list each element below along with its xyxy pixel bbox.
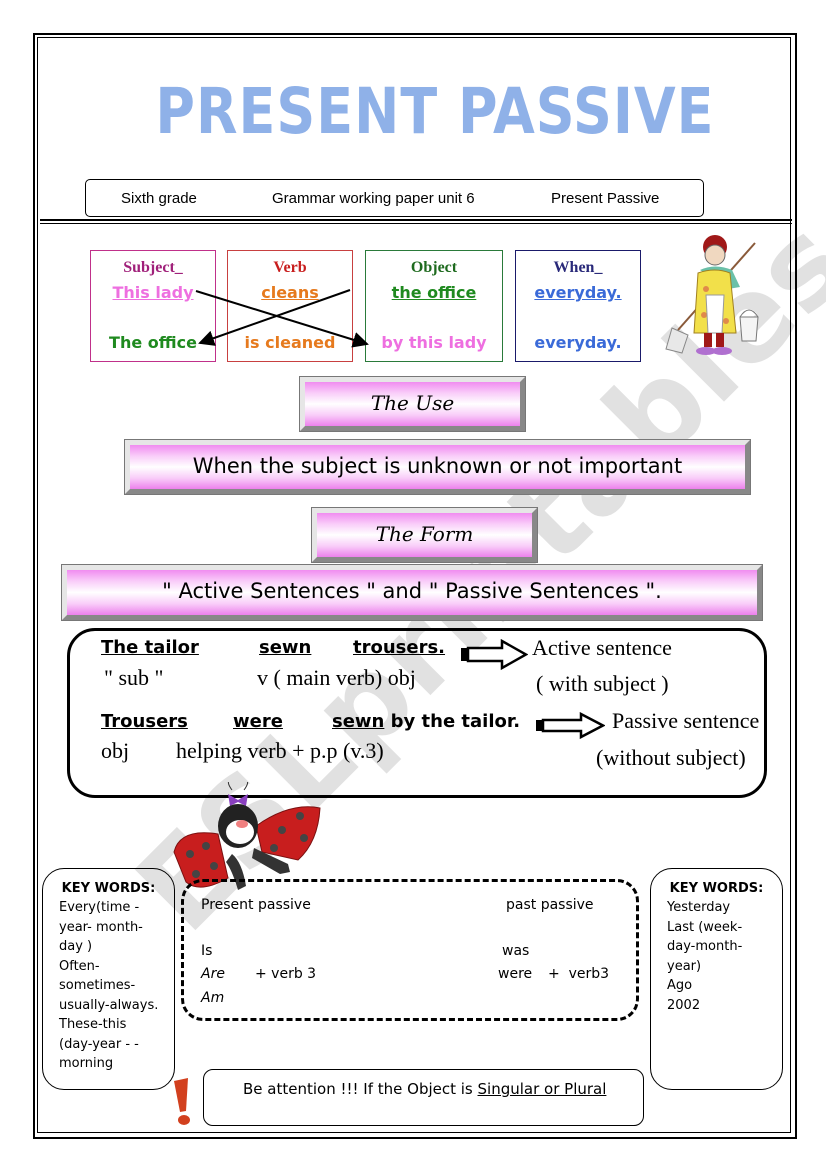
key-words-present-item: Every(time - (59, 900, 140, 915)
present-aux-are: Are (201, 966, 225, 982)
key-words-present-item: usually-always. (59, 997, 159, 1013)
key-words-present-list: Every(time - year- month-day ) Often-somet… (43, 898, 174, 1074)
key-words-present-item: day ) (59, 939, 93, 954)
passive-word-pp: sewn (332, 711, 385, 732)
key-words-past-box: KEY WORDS: Yesterday Last (week-day-month… (650, 868, 783, 1090)
use-label-bar: The Use (299, 376, 526, 432)
passive-label: Passive sentence (612, 708, 760, 733)
attention-emphasis: Singular or Plural (477, 1080, 607, 1098)
form-text: " Active Sentences " and " Passive Sente… (162, 579, 662, 603)
active-gloss-rest: v ( main verb) obj (257, 665, 416, 690)
key-words-past-item: Ago (667, 978, 693, 993)
past-aux-was: was (502, 943, 530, 959)
key-words-present-item: morning (59, 1056, 114, 1071)
active-note: ( with subject ) (536, 671, 669, 696)
present-aux-am: Am (201, 990, 225, 1006)
use-label: The Use (370, 391, 455, 415)
key-words-present-item: sometimes- (59, 978, 136, 993)
active-gloss-sub: " sub " (104, 665, 164, 690)
arrow-object-to-subject (198, 289, 351, 346)
key-words-past-list: Yesterday Last (week-day-month-year) Ago 20… (651, 898, 782, 1015)
use-text-bar: When the subject is unknown or not impor… (124, 439, 751, 495)
key-words-past-item: day-month- (667, 939, 743, 954)
past-formula: + verb3 (548, 966, 610, 982)
key-words-present-item: Often- (59, 958, 100, 974)
forms-table-box: Present passive past passive Is Are Am +… (181, 879, 639, 1021)
key-words-past-item: Yesterday (667, 900, 731, 915)
use-text: When the subject is unknown or not impor… (192, 454, 683, 478)
exclamation-icon (174, 1078, 190, 1125)
present-aux-is: Is (201, 943, 213, 959)
present-passive-heading: Present passive (201, 897, 311, 913)
key-words-present-title: KEY WORDS: (61, 881, 156, 896)
active-arrow-icon (461, 639, 528, 671)
form-text-bar: " Active Sentences " and " Passive Sente… (61, 564, 763, 621)
attention-text: Be attention !!! If the Object is Singul… (243, 1080, 606, 1098)
passive-gloss-obj: obj (101, 738, 130, 763)
key-words-present-item: These-this (59, 1017, 127, 1032)
attention-box: Be attention !!! If the Object is Singul… (203, 1069, 644, 1126)
passive-word-aux: were (233, 711, 283, 732)
active-word-subject: The tailor (101, 637, 199, 658)
key-words-past-item: Last (week- (667, 919, 743, 935)
form-label-bar: The Form (311, 507, 538, 563)
ladybug-illustration (173, 782, 321, 890)
passive-agent: by the tailor. (384, 711, 521, 732)
form-label: The Form (375, 522, 474, 546)
key-words-present-item: (day-year - - (59, 1036, 139, 1052)
active-word-object: trousers. (353, 637, 446, 658)
key-words-past-item: 2002 (667, 997, 701, 1013)
attention-prefix: Be attention !!! If the Object is (243, 1080, 478, 1098)
passive-gloss-rest: helping verb + p.p (v.3) (176, 738, 384, 763)
past-passive-heading: past passive (506, 897, 594, 913)
passive-note: (without subject) (596, 745, 746, 770)
cleaning-lady-illustration (665, 235, 759, 355)
active-label: Active sentence (532, 635, 672, 660)
key-words-present-item: year- month- (59, 919, 143, 935)
passive-verb-phrase: sewn by the tailor. (332, 711, 520, 732)
key-words-present-box: KEY WORDS: Every(time - year- month-day )… (42, 868, 175, 1090)
key-words-past-item: year) (667, 958, 702, 974)
passive-arrow-icon (536, 712, 605, 740)
past-aux-were: were (498, 966, 533, 982)
passive-word-object: Trousers (101, 711, 188, 732)
present-formula: + verb 3 (255, 966, 317, 982)
key-words-past-title: KEY WORDS: (669, 881, 764, 896)
active-word-verb: sewn (259, 637, 312, 658)
